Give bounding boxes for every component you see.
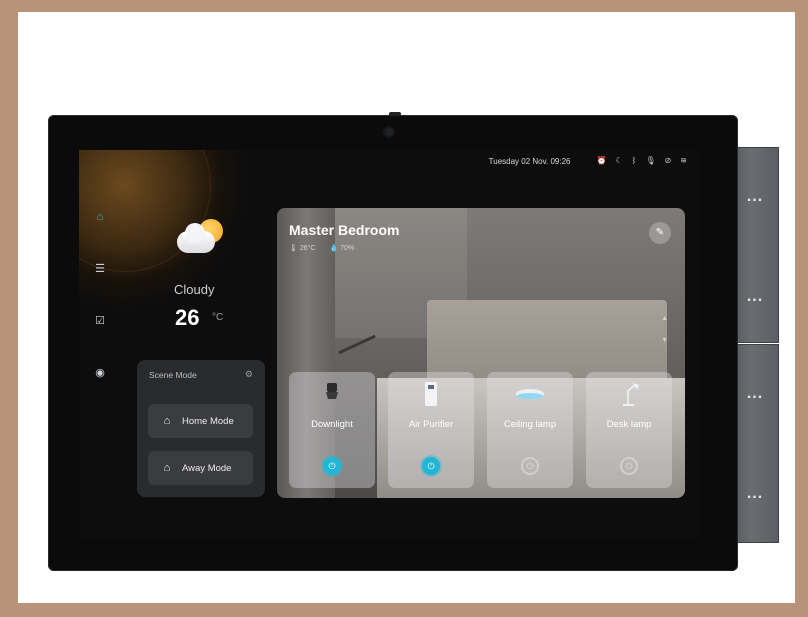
security-icon[interactable]: ⊘ <box>665 156 672 166</box>
switch-button-4-dots: ... <box>746 485 764 502</box>
home-mode-icon: ⌂ <box>163 415 171 427</box>
datetime-label: Tuesday 02 Nov. 09:26 <box>488 156 571 166</box>
bluetooth-icon[interactable]: ᛒ <box>632 156 637 166</box>
device-card-desk-lamp[interactable]: Desk lamp ⏻ <box>586 372 672 488</box>
sidebar-nav: ⌂ ☰ ☑ ◉ <box>93 210 107 380</box>
scene-settings-icon[interactable]: ⚙ <box>245 369 253 380</box>
room-temperature: 26°C <box>299 245 316 252</box>
scene-mode-card: Scene Mode ⚙ ⌂ Home Mode ⌂ Away Mode <box>137 360 265 497</box>
device-label: Desk lamp <box>606 419 652 430</box>
cloudy-weather-icon <box>175 219 223 259</box>
room-humidity: 70% <box>340 245 355 252</box>
mic-off-icon[interactable]: 🎙 <box>645 156 655 166</box>
devices-icon[interactable]: ☰ <box>93 262 107 276</box>
away-mode-label: Away Mode <box>182 462 232 474</box>
scroll-arrows[interactable]: ▲ ▼ <box>661 308 668 352</box>
power-button[interactable] <box>389 112 401 116</box>
home-mode-button[interactable]: ⌂ Home Mode <box>148 404 253 438</box>
thermometer-icon: 🌡 <box>289 245 298 252</box>
weather-condition: Cloudy <box>174 282 215 297</box>
weather-temperature: 26 <box>175 305 200 330</box>
room-stats: 🌡 26°C 💧 70% <box>289 244 354 252</box>
away-mode-button[interactable]: ⌂ Away Mode <box>148 451 253 485</box>
desk-lamp-power-toggle[interactable]: ⏻ <box>620 457 638 475</box>
away-mode-icon: ⌂ <box>163 462 171 474</box>
front-camera <box>385 128 393 136</box>
downlight-power-toggle[interactable]: ⏻ <box>323 457 341 475</box>
home-mode-label: Home Mode <box>182 415 234 427</box>
edit-icon[interactable]: ✎ <box>649 222 671 244</box>
device-label: Ceiling lamp <box>503 419 557 430</box>
wifi-icon[interactable]: ≋ <box>680 156 687 166</box>
home-screen: Tuesday 02 Nov. 09:26 ⏰ ☾ ᛒ 🎙 ⊘ ≋ ⌂ ☰ ☑ … <box>79 150 701 538</box>
home-icon[interactable]: ⌂ <box>93 210 107 224</box>
device-card-ceiling-lamp[interactable]: Ceiling lamp ⏻ <box>487 372 573 488</box>
switch-button-3-dots: ... <box>746 385 764 402</box>
scene-mode-title: Scene Mode <box>149 370 197 380</box>
device-card-air-purifier[interactable]: Air Purifier ⏻ <box>388 372 474 488</box>
room-card[interactable]: Master Bedroom 🌡 26°C 💧 70% ✎ ▲ ▼ Downlig… <box>277 208 685 498</box>
switch-button-1-dots: ... <box>746 188 764 205</box>
camera-icon[interactable]: ◉ <box>93 366 107 380</box>
device-label: Air Purifier <box>408 419 454 430</box>
status-bar: Tuesday 02 Nov. 09:26 ⏰ ☾ ᛒ 🎙 ⊘ ≋ <box>489 156 687 166</box>
downlight-icon <box>289 381 375 407</box>
switch-button-2-dots: ... <box>746 288 764 305</box>
desk-lamp-icon <box>586 381 672 407</box>
wall-switch-upper[interactable]: ... ... <box>731 147 779 343</box>
alarm-icon[interactable]: ⏰ <box>596 156 606 166</box>
device-label: Downlight <box>311 419 353 430</box>
device-card-downlight[interactable]: Downlight ⏻ <box>289 372 375 488</box>
room-title: Master Bedroom <box>289 222 400 238</box>
wall-switch-lower[interactable]: ... ... <box>731 344 779 543</box>
air-purifier-power-toggle[interactable]: ⏻ <box>422 457 440 475</box>
weather-unit: °C <box>212 312 224 323</box>
air-purifier-icon <box>388 381 474 407</box>
ceiling-lamp-power-toggle[interactable]: ⏻ <box>521 457 539 475</box>
humidity-icon: 💧 <box>329 245 339 252</box>
tasks-icon[interactable]: ☑ <box>93 314 107 328</box>
moon-icon[interactable]: ☾ <box>615 156 622 166</box>
ceiling-lamp-icon <box>487 381 573 407</box>
